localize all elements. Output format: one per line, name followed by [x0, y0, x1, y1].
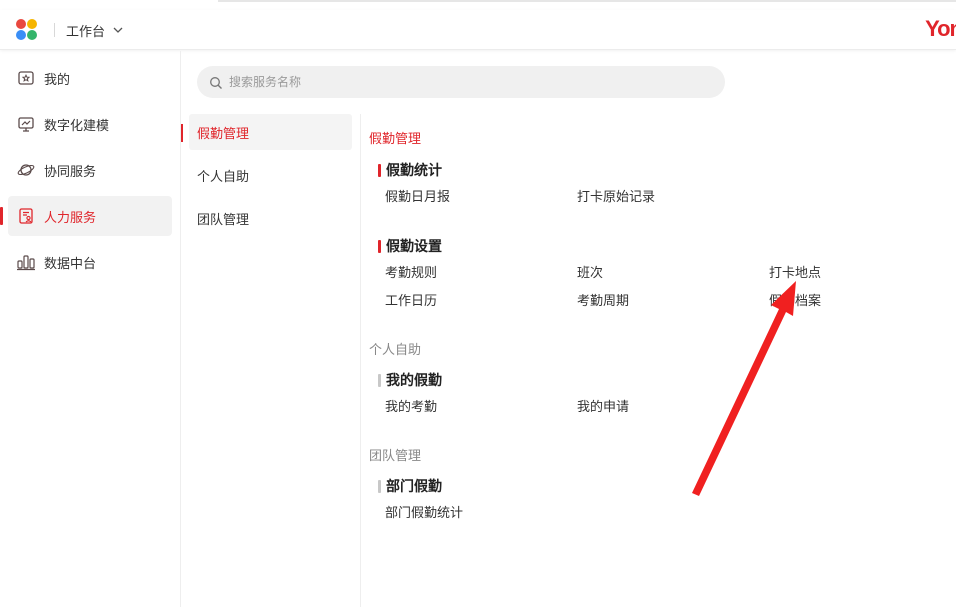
- group-title-text: 假勤统计: [386, 163, 442, 179]
- group-title-text: 我的假勤: [386, 373, 442, 389]
- section-title-team-management: 团队管理: [369, 449, 422, 464]
- active-nav-indicator: [0, 207, 3, 225]
- sidebar-item-mine[interactable]: 我的: [8, 58, 172, 98]
- group-marker: [378, 373, 381, 387]
- group-marker: [378, 239, 381, 253]
- service-link[interactable]: 部门假勤统计: [385, 502, 463, 521]
- service-link[interactable]: 假勤日月报: [385, 186, 450, 205]
- active-category-indicator: [181, 124, 183, 142]
- bar-chart-icon: [16, 252, 36, 272]
- service-link[interactable]: 考勤规则: [385, 262, 437, 281]
- browser-top-strip: [0, 0, 956, 10]
- category-self-service[interactable]: 个人自助: [189, 157, 352, 193]
- monitor-chart-icon: [16, 114, 36, 134]
- group-marker: [378, 479, 381, 493]
- service-link[interactable]: 工作日历: [385, 290, 437, 309]
- star-folder-icon: [16, 68, 36, 88]
- service-search-box[interactable]: [197, 66, 725, 98]
- group-marker: [378, 163, 381, 177]
- sidebar-item-label: 数据中台: [44, 256, 97, 272]
- group-title-attendance-settings: 假勤设置: [378, 236, 442, 256]
- service-link[interactable]: 假勤档案: [769, 290, 821, 309]
- service-link[interactable]: 打卡原始记录: [577, 186, 655, 205]
- service-link[interactable]: 我的考勤: [385, 396, 437, 415]
- sidebar-item-label: 数字化建模: [44, 118, 110, 134]
- service-list-panel: 假勤管理 假勤统计 假勤日月报 打卡原始记录 假勤设置 考勤规则 班次 打卡地点…: [361, 114, 956, 607]
- app-logo-icon[interactable]: [16, 19, 38, 41]
- chevron-down-icon: [113, 25, 123, 36]
- service-link[interactable]: 我的申请: [577, 396, 629, 415]
- group-title-my-attendance: 我的假勤: [378, 370, 442, 390]
- group-title-attendance-stats: 假勤统计: [378, 160, 442, 180]
- header-divider: [54, 23, 55, 37]
- group-title-text: 假勤设置: [386, 239, 442, 255]
- sidebar-item-data-platform[interactable]: 数据中台: [8, 242, 172, 282]
- id-card-icon: [16, 206, 36, 226]
- group-title-department-attendance: 部门假勤: [378, 476, 442, 496]
- sidebar-item-label: 协同服务: [44, 164, 97, 180]
- left-sidebar: 我的 数字化建模 协同服务 人力服务 数据中台: [0, 51, 181, 607]
- service-link-clock-in-location[interactable]: 打卡地点: [769, 262, 821, 281]
- group-title-text: 部门假勤: [386, 479, 442, 495]
- sidebar-item-label: 我的: [44, 72, 71, 88]
- brand-logo-text: Yon: [925, 16, 956, 41]
- search-icon: [209, 75, 223, 89]
- category-team-management[interactable]: 团队管理: [189, 200, 352, 236]
- sidebar-item-collaboration[interactable]: 协同服务: [8, 150, 172, 190]
- planet-icon: [16, 160, 36, 180]
- category-attendance[interactable]: 假勤管理: [189, 114, 352, 150]
- sidebar-item-digital-modeling[interactable]: 数字化建模: [8, 104, 172, 144]
- section-title-attendance: 假勤管理: [369, 132, 422, 147]
- workbench-label: 工作台: [66, 25, 106, 40]
- search-input[interactable]: [229, 75, 709, 89]
- app-header: 工作台 Yon: [0, 10, 956, 50]
- category-column: 假勤管理 个人自助 团队管理: [181, 114, 361, 607]
- section-title-self-service: 个人自助: [369, 343, 422, 358]
- workbench-dropdown[interactable]: 工作台: [66, 21, 123, 40]
- service-link[interactable]: 考勤周期: [577, 290, 629, 309]
- sidebar-item-label: 人力服务: [44, 210, 97, 226]
- sidebar-item-hr-services[interactable]: 人力服务: [8, 196, 172, 236]
- address-bar-edge: [218, 0, 956, 2]
- service-link[interactable]: 班次: [577, 262, 603, 281]
